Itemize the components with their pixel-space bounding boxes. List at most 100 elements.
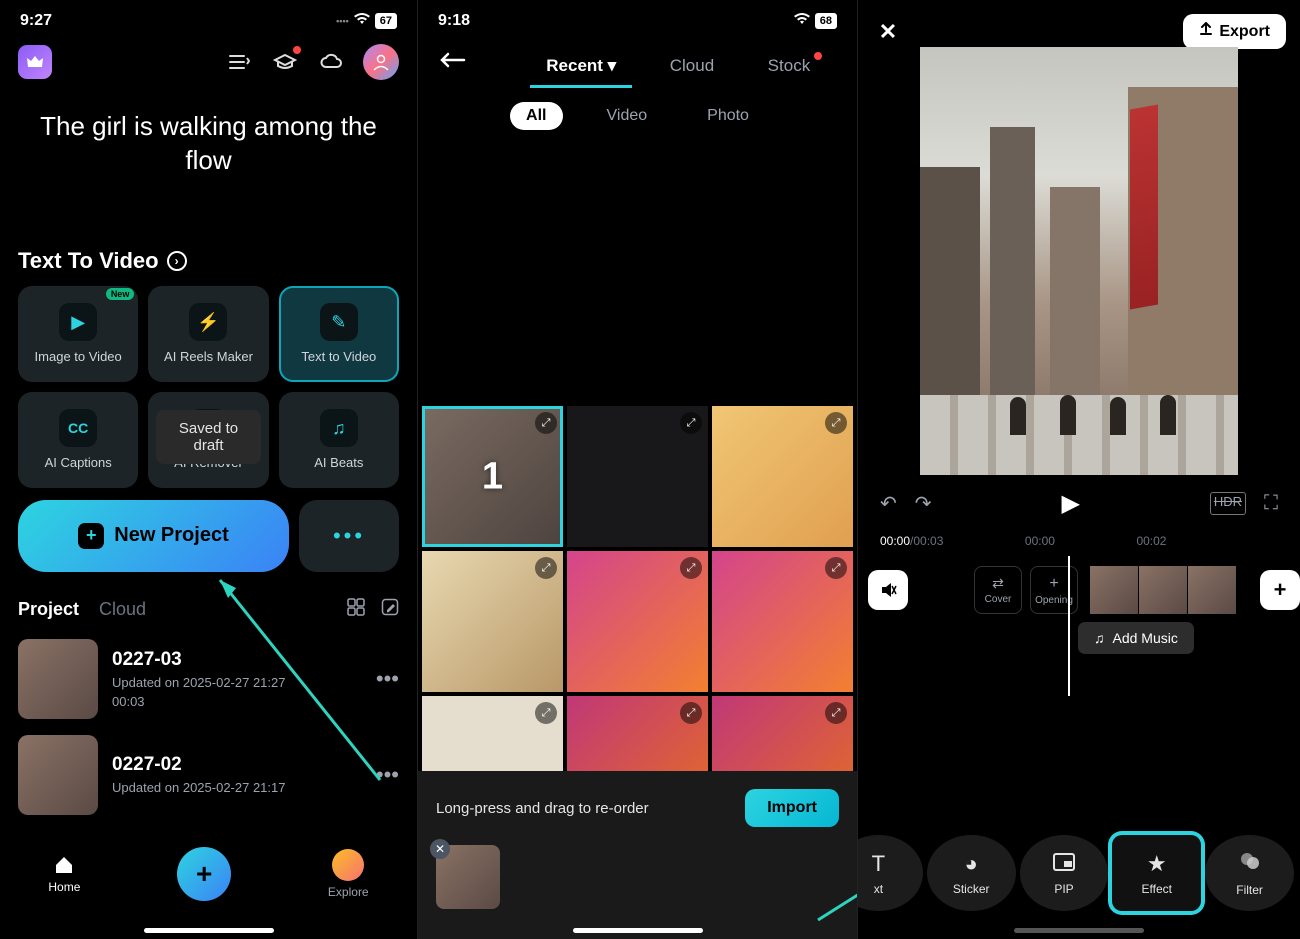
media-item[interactable]: ⤢ bbox=[712, 551, 853, 692]
project-more-icon[interactable]: ••• bbox=[376, 666, 399, 692]
expand-icon[interactable]: ⤢ bbox=[825, 557, 847, 579]
new-project-label: New Project bbox=[114, 524, 228, 547]
section-title[interactable]: Text To Video › bbox=[0, 188, 417, 286]
undo-icon[interactable]: ↶ bbox=[880, 491, 897, 516]
src-tab-cloud[interactable]: Cloud bbox=[664, 46, 720, 86]
home-indicator bbox=[573, 928, 703, 933]
project-thumbnail bbox=[18, 639, 98, 719]
pip-icon bbox=[1053, 851, 1075, 877]
expand-icon[interactable]: ⤢ bbox=[680, 412, 702, 434]
project-duration: 00:03 bbox=[112, 694, 362, 709]
expand-icon[interactable]: ⤢ bbox=[825, 702, 847, 724]
expand-icon[interactable]: ⤢ bbox=[825, 412, 847, 434]
feature-ai-reels[interactable]: ⚡ AI Reels Maker bbox=[148, 286, 268, 382]
nav-home[interactable]: Home bbox=[48, 854, 80, 894]
feature-ai-captions[interactable]: CC AI Captions bbox=[18, 392, 138, 488]
clip-thumbnail[interactable] bbox=[1139, 566, 1187, 614]
timeline[interactable]: ⇄ Cover + Opening + ♫ Add Music bbox=[858, 556, 1300, 696]
add-music-button[interactable]: ♫ Add Music bbox=[1078, 622, 1194, 654]
media-item[interactable]: 1 ⤢ bbox=[422, 406, 563, 547]
tool-effect[interactable]: ★ Effect bbox=[1112, 835, 1201, 911]
remove-icon[interactable]: ✕ bbox=[430, 839, 450, 859]
expand-icon[interactable]: ⤢ bbox=[535, 412, 557, 434]
feature-label: AI Captions bbox=[45, 455, 112, 470]
media-item[interactable]: ⤢ bbox=[567, 406, 708, 547]
home-indicator bbox=[144, 928, 274, 933]
close-button[interactable]: ✕ bbox=[872, 16, 904, 48]
plus-icon: + bbox=[78, 523, 104, 549]
school-icon[interactable] bbox=[271, 48, 299, 76]
tool-sticker[interactable]: ◕ Sticker bbox=[927, 835, 1016, 911]
battery-level: 68 bbox=[815, 13, 837, 29]
clip-thumbnail[interactable] bbox=[1188, 566, 1236, 614]
src-tab-stock[interactable]: Stock bbox=[762, 46, 817, 86]
feature-ai-remover[interactable]: ✂ AI Remover Saved to draft bbox=[148, 392, 268, 488]
nav-add-button[interactable]: + bbox=[177, 847, 231, 901]
export-label: Export bbox=[1219, 23, 1270, 41]
feature-image-to-video[interactable]: New ▶ Image to Video bbox=[18, 286, 138, 382]
feature-ai-beats[interactable]: ♫ AI Beats bbox=[279, 392, 399, 488]
premium-icon[interactable] bbox=[18, 45, 52, 79]
filter-photo[interactable]: Photo bbox=[691, 102, 765, 130]
expand-icon[interactable]: ⤢ bbox=[680, 557, 702, 579]
opening-button[interactable]: + Opening bbox=[1030, 566, 1078, 614]
import-button[interactable]: Import bbox=[745, 789, 839, 827]
edit-icon[interactable] bbox=[381, 598, 399, 621]
playhead[interactable] bbox=[1068, 556, 1070, 696]
feature-text-to-video[interactable]: ✎ Text to Video bbox=[279, 286, 399, 382]
toast: Saved to draft bbox=[156, 410, 260, 464]
tool-pip[interactable]: PIP bbox=[1020, 835, 1109, 911]
fullscreen-icon[interactable]: ⛶ bbox=[1264, 492, 1278, 515]
sticker-icon: ◕ bbox=[965, 851, 978, 877]
expand-icon[interactable]: ⤢ bbox=[535, 702, 557, 724]
filter-all[interactable]: All bbox=[510, 102, 562, 130]
more-button[interactable]: ••• bbox=[299, 500, 399, 572]
redo-icon[interactable]: ↷ bbox=[915, 491, 932, 516]
mute-button[interactable] bbox=[868, 570, 908, 610]
notification-dot bbox=[814, 52, 822, 60]
avatar[interactable] bbox=[363, 44, 399, 80]
media-item[interactable]: ⤢ bbox=[712, 406, 853, 547]
export-button[interactable]: Export bbox=[1183, 14, 1286, 49]
tab-project[interactable]: Project bbox=[18, 599, 79, 620]
status-right: 68 bbox=[793, 12, 837, 30]
cloud-icon[interactable] bbox=[317, 48, 345, 76]
tool-text[interactable]: T xt bbox=[858, 835, 923, 911]
new-project-button[interactable]: + New Project bbox=[18, 500, 289, 572]
add-clip-button[interactable]: + bbox=[1260, 570, 1300, 610]
feature-label: AI Reels Maker bbox=[164, 349, 253, 364]
swap-icon: ⇄ bbox=[992, 575, 1004, 592]
grid-icon[interactable] bbox=[347, 598, 365, 621]
play-button[interactable]: ▶ bbox=[1061, 489, 1079, 518]
wifi-icon bbox=[793, 12, 811, 30]
cover-button[interactable]: ⇄ Cover bbox=[974, 566, 1022, 614]
beats-icon: ♫ bbox=[320, 409, 358, 447]
bottom-nav: Home + Explore bbox=[0, 829, 417, 939]
project-item[interactable]: 0227-03 Updated on 2025-02-27 21:27 00:0… bbox=[0, 631, 417, 727]
expand-icon[interactable]: ⤢ bbox=[680, 702, 702, 724]
music-icon: ♫ bbox=[1094, 630, 1105, 646]
filter-video[interactable]: Video bbox=[591, 102, 664, 130]
clip-thumbnail[interactable] bbox=[1090, 566, 1138, 614]
tool-filter[interactable]: Filter bbox=[1205, 835, 1294, 911]
timeline-clips[interactable] bbox=[1090, 566, 1244, 614]
signal-dots-icon: •••• bbox=[336, 16, 349, 26]
src-tab-recent[interactable]: Recent ▾ bbox=[540, 46, 622, 86]
media-item[interactable]: ⤢ bbox=[422, 551, 563, 692]
expand-icon[interactable]: ⤢ bbox=[535, 557, 557, 579]
effect-icon: ★ bbox=[1147, 851, 1167, 877]
media-item[interactable]: ⤢ bbox=[567, 551, 708, 692]
tab-label: Stock bbox=[768, 56, 811, 75]
battery-level: 67 bbox=[375, 13, 397, 29]
tab-label: Recent bbox=[546, 56, 603, 75]
filter-icon bbox=[1239, 850, 1261, 878]
project-more-icon[interactable]: ••• bbox=[376, 762, 399, 788]
video-preview[interactable] bbox=[920, 47, 1238, 475]
list-icon[interactable] bbox=[225, 48, 253, 76]
tab-cloud[interactable]: Cloud bbox=[99, 599, 146, 620]
hdr-icon[interactable]: HDR bbox=[1210, 492, 1246, 515]
nav-explore[interactable]: Explore bbox=[328, 849, 369, 899]
selected-thumbnail[interactable]: ✕ bbox=[436, 845, 500, 909]
home-icon bbox=[53, 854, 75, 876]
project-item[interactable]: 0227-02 Updated on 2025-02-27 21:17 ••• bbox=[0, 727, 417, 823]
